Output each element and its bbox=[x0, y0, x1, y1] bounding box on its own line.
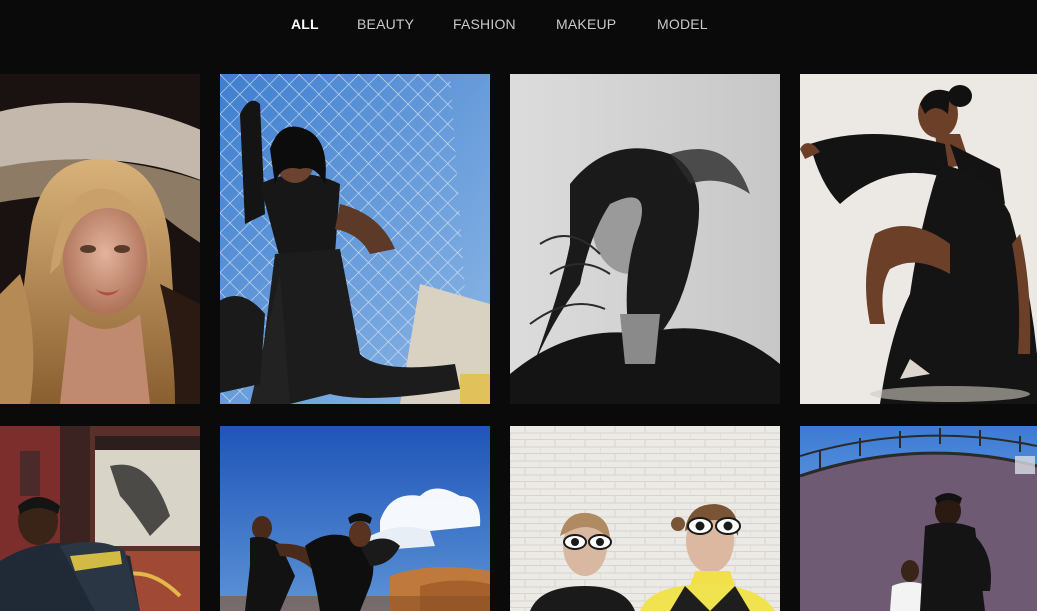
blonde-woman-image bbox=[0, 74, 200, 404]
gallery-photo-blonde-woman[interactable] bbox=[0, 74, 200, 404]
two-women-white-sunglasses-image bbox=[510, 426, 780, 611]
gallery-photo-woman-black-dress[interactable] bbox=[800, 74, 1037, 404]
filter-makeup[interactable]: MAKEUP bbox=[556, 16, 616, 33]
filter-fashion[interactable]: FASHION bbox=[453, 16, 516, 33]
gallery-photo-bw-woman-hair[interactable] bbox=[510, 74, 780, 404]
bw-woman-hair-blowing-image bbox=[510, 74, 780, 404]
portfolio-page: ALL BEAUTY FASHION MAKEUP MODEL bbox=[0, 0, 1037, 611]
two-men-by-purple-tank-image bbox=[800, 426, 1037, 611]
gallery-photo-man-graffiti-wall[interactable] bbox=[0, 426, 200, 611]
man-by-graffiti-wall-image bbox=[0, 426, 200, 611]
category-filter-bar: ALL BEAUTY FASHION MAKEUP MODEL bbox=[0, 0, 1037, 50]
gallery-photo-women-sunglasses[interactable] bbox=[510, 426, 780, 611]
gallery-photo-couple-dancing[interactable] bbox=[220, 426, 490, 611]
couple-dancing-blue-sky-image bbox=[220, 426, 490, 611]
filter-beauty[interactable]: BEAUTY bbox=[357, 16, 414, 33]
woman-bell-sleeve-dress-image bbox=[800, 74, 1037, 404]
gallery-photo-woman-chain-fence[interactable] bbox=[220, 74, 490, 404]
gallery-photo-men-purple-tank[interactable] bbox=[800, 426, 1037, 611]
filter-all[interactable]: ALL bbox=[291, 16, 319, 33]
woman-leather-outfit-image bbox=[220, 74, 490, 404]
filter-model[interactable]: MODEL bbox=[657, 16, 708, 33]
